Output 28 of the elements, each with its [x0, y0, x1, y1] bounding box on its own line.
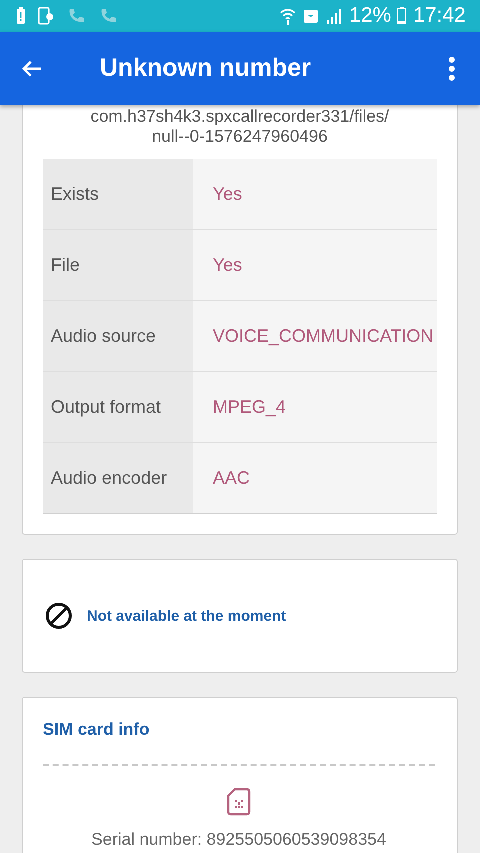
detail-value: VOICE_COMMUNICATION	[193, 301, 437, 371]
detail-label: Output format	[43, 372, 193, 442]
more-options-button[interactable]	[448, 56, 456, 82]
availability-message: Not available at the moment	[87, 608, 286, 624]
file-path: null--0-1576247960496	[152, 127, 328, 147]
serial-number: Serial number: 8925505060539098354	[92, 830, 386, 850]
detail-label: Exists	[43, 159, 193, 229]
section-title: SIM card info	[43, 720, 151, 740]
screen-title: Unknown number	[100, 54, 312, 83]
sim-card-icon	[227, 788, 251, 816]
detail-label: File	[43, 230, 193, 300]
message-icon	[303, 8, 320, 24]
phone-icon	[38, 7, 54, 25]
detail-label: Audio encoder	[43, 443, 193, 513]
battery-percentage: 12%	[349, 4, 392, 28]
detail-value: Yes	[193, 159, 437, 229]
detail-label: Audio source	[43, 301, 193, 371]
battery-icon	[397, 7, 408, 25]
signal-icon	[325, 8, 344, 24]
clock: 17:42	[413, 4, 466, 28]
wifi-icon	[279, 7, 298, 25]
detail-value: Yes	[193, 230, 437, 300]
detail-value: AAC	[193, 443, 437, 513]
battery-alert-icon	[16, 7, 26, 25]
more-vertical-icon	[448, 56, 456, 82]
detail-value: MPEG_4	[193, 372, 437, 442]
file-path: com.h37sh4k3.spxcallrecorder331/files/	[90, 107, 390, 127]
block-icon	[45, 602, 73, 630]
